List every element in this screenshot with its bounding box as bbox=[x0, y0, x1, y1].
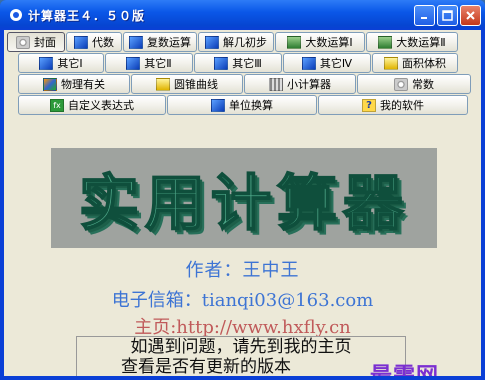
tab-other-4[interactable]: 其它Ⅳ bbox=[283, 53, 371, 73]
tab-other-2[interactable]: 其它Ⅱ bbox=[105, 53, 193, 73]
tab-complex[interactable]: 复数运算 bbox=[123, 32, 197, 52]
tab-other-3[interactable]: 其它Ⅲ bbox=[194, 53, 282, 73]
tab-label: 封面 bbox=[34, 36, 56, 49]
bignum-icon bbox=[287, 35, 302, 49]
close-icon bbox=[466, 10, 475, 20]
tab-my-software[interactable]: ? 我的软件 bbox=[318, 95, 468, 115]
tab-cover[interactable]: 封面 bbox=[7, 32, 65, 52]
note-line-2: 查看是否有更新的版本 bbox=[121, 357, 291, 376]
toolbar-row-1: 封面 代数 复数运算 解几初步 大数运算Ⅰ 大数运算Ⅱ bbox=[4, 30, 481, 52]
tab-label: 物理有关 bbox=[61, 78, 105, 91]
tab-custom-expression[interactable]: fx 自定义表达式 bbox=[18, 95, 166, 115]
note-line-1: 如遇到问题，请先到我的主页 bbox=[130, 337, 352, 357]
maximize-icon bbox=[442, 9, 453, 21]
tab-physics[interactable]: 物理有关 bbox=[18, 74, 130, 94]
tab-label: 其它Ⅳ bbox=[319, 57, 353, 70]
tab-label: 我的软件 bbox=[380, 99, 424, 112]
tab-label: 圆锥曲线 bbox=[174, 78, 218, 91]
email-text: 电子信箱：tianqi03@163.com bbox=[111, 290, 374, 311]
unit-icon bbox=[211, 98, 225, 112]
tab-unit-conversion[interactable]: 单位换算 bbox=[167, 95, 317, 115]
tab-algebra[interactable]: 代数 bbox=[66, 32, 122, 52]
tab-constants[interactable]: 常数 bbox=[357, 74, 471, 94]
minimize-button[interactable] bbox=[414, 4, 435, 26]
tab-label: 其它Ⅱ bbox=[144, 57, 172, 70]
app-icon bbox=[8, 7, 24, 23]
window-title: 计算器王４．５０版 bbox=[28, 8, 146, 23]
banner-title: 实用计算器 bbox=[78, 168, 409, 240]
tab-label: 其它Ⅲ bbox=[232, 57, 262, 70]
tab-area-volume[interactable]: 面积体积 bbox=[372, 53, 458, 73]
tab-label: 常数 bbox=[412, 78, 434, 91]
help-icon: ? bbox=[362, 98, 376, 112]
tab-label: 面积体积 bbox=[402, 57, 446, 70]
tab-label: 复数运算 bbox=[147, 36, 191, 49]
fx-icon: fx bbox=[50, 98, 64, 112]
other-icon bbox=[214, 56, 229, 70]
geometry-icon bbox=[205, 35, 219, 49]
close-button[interactable] bbox=[460, 4, 481, 26]
minimize-icon bbox=[420, 17, 427, 19]
camera-icon bbox=[16, 35, 30, 49]
tab-other-1[interactable]: 其它Ⅰ bbox=[18, 53, 104, 73]
update-note: 如遇到问题，请先到我的主页 查看是否有更新的版本 bbox=[76, 336, 406, 376]
tab-conic[interactable]: 圆锥曲线 bbox=[131, 74, 243, 94]
tab-bignum-1[interactable]: 大数运算Ⅰ bbox=[275, 32, 365, 52]
tab-label: 小计算器 bbox=[287, 78, 331, 91]
complex-icon bbox=[129, 35, 143, 49]
maximize-button[interactable] bbox=[437, 4, 458, 26]
toolbar-row-3: 物理有关 圆锥曲线 小计算器 常数 bbox=[4, 73, 481, 94]
other-icon bbox=[126, 56, 141, 70]
tab-geometry[interactable]: 解几初步 bbox=[198, 32, 274, 52]
bignum-icon bbox=[378, 35, 393, 49]
tab-mini-calculator[interactable]: 小计算器 bbox=[244, 74, 356, 94]
toolbar-row-4: fx 自定义表达式 单位换算 ? 我的软件 bbox=[4, 94, 481, 115]
area-icon bbox=[384, 56, 398, 70]
tab-label: 单位换算 bbox=[229, 99, 273, 112]
tab-label: 其它Ⅰ bbox=[57, 57, 83, 70]
algebra-icon bbox=[74, 35, 88, 49]
conic-icon bbox=[156, 77, 170, 91]
tab-label: 大数运算Ⅰ bbox=[305, 36, 353, 49]
title-banner: 实用计算器 bbox=[51, 148, 437, 248]
other-icon bbox=[301, 56, 316, 70]
watermark-logo: 最需网 bbox=[370, 363, 440, 376]
other-icon bbox=[39, 56, 54, 70]
client-area: 封面 代数 复数运算 解几初步 大数运算Ⅰ 大数运算Ⅱ 其它Ⅰ 其它Ⅱ 其它Ⅲ … bbox=[4, 30, 481, 376]
author-text: 作者：王中王 bbox=[185, 260, 300, 281]
toolbar-row-2: 其它Ⅰ 其它Ⅱ 其它Ⅲ 其它Ⅳ 面积体积 bbox=[4, 52, 481, 73]
physics-icon bbox=[43, 77, 57, 91]
app-window: 计算器王４．５０版 封面 代数 复数运算 解几初步 大数运算Ⅰ 大数运算Ⅱ 其它… bbox=[0, 0, 485, 380]
tab-label: 自定义表达式 bbox=[68, 99, 134, 112]
tab-bignum-2[interactable]: 大数运算Ⅱ bbox=[366, 32, 458, 52]
calculator-icon bbox=[269, 77, 283, 91]
tab-label: 代数 bbox=[92, 36, 114, 49]
tab-label: 解几初步 bbox=[223, 36, 267, 49]
constant-icon bbox=[394, 77, 408, 91]
title-bar[interactable]: 计算器王４．５０版 bbox=[0, 0, 485, 30]
tab-label: 大数运算Ⅱ bbox=[396, 36, 446, 49]
